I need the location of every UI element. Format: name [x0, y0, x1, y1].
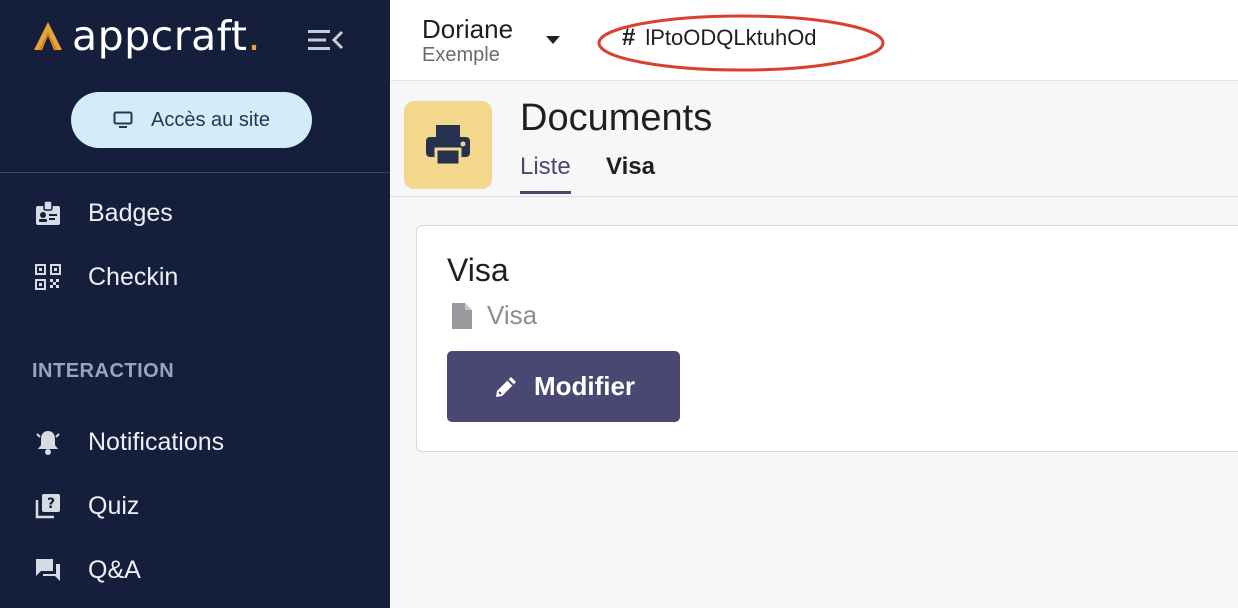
- appcraft-logo[interactable]: appcraft.: [30, 14, 261, 58]
- page-title: Documents: [520, 97, 713, 139]
- user-subtitle: Exemple: [422, 44, 500, 66]
- sidebar-item-label: Badges: [88, 198, 173, 227]
- logo-text: appcraft.: [72, 12, 262, 60]
- sidebar-item-checkin[interactable]: Checkin: [32, 257, 178, 297]
- page-header: Documents Liste Visa: [390, 81, 1238, 197]
- chat-icon: [32, 556, 64, 584]
- chevron-down-icon[interactable]: [546, 36, 560, 44]
- sidebar-item-label: Q&A: [88, 555, 141, 584]
- section-title-interaction: INTERACTION: [32, 360, 175, 382]
- svg-text:?: ?: [47, 496, 55, 512]
- site-access-button[interactable]: Accès au site: [71, 92, 312, 148]
- user-selector[interactable]: Doriane Exemple: [422, 14, 513, 66]
- badge-icon: [32, 199, 64, 227]
- qr-code-icon: [32, 263, 64, 291]
- tab-liste[interactable]: Liste: [520, 153, 571, 194]
- sidebar-item-qa[interactable]: Q&A: [32, 550, 141, 590]
- modify-button-label: Modifier: [533, 371, 636, 401]
- sidebar-item-quiz[interactable]: ? Quiz: [32, 486, 139, 526]
- document-type: Visa: [451, 300, 537, 331]
- app-id: # lPtoODQLktuhOd: [622, 24, 817, 52]
- modify-button[interactable]: Modifier: [447, 351, 680, 422]
- monitor-icon: [113, 111, 133, 129]
- printer-icon: [404, 101, 492, 189]
- hash-icon: #: [622, 24, 636, 51]
- sidebar-item-notifications[interactable]: Notifications: [32, 422, 224, 462]
- file-icon: [451, 302, 473, 330]
- document-type-label: Visa: [487, 300, 538, 330]
- document-card: Visa Visa Modifier: [416, 225, 1238, 452]
- sidebar-item-badges[interactable]: Badges: [32, 193, 173, 233]
- sidebar-item-label: Quiz: [88, 491, 140, 520]
- user-name: Doriane: [422, 14, 514, 44]
- sidebar-item-label: Notifications: [88, 427, 225, 456]
- sidebar: appcraft. Accès au site Badges Checkin I…: [0, 0, 390, 608]
- sidebar-item-label: Checkin: [88, 262, 179, 291]
- quiz-icon: ?: [32, 492, 64, 520]
- collapse-sidebar-button[interactable]: [306, 26, 346, 54]
- sidebar-divider: [0, 172, 390, 173]
- pencil-icon: [492, 373, 520, 401]
- appcraft-logo-icon: [34, 22, 62, 51]
- top-bar: Doriane Exemple # lPtoODQLktuhOd: [390, 0, 1238, 81]
- document-title: Visa: [447, 252, 509, 288]
- bell-icon: [32, 428, 64, 456]
- tab-visa[interactable]: Visa: [606, 153, 655, 191]
- collapse-menu-icon: [308, 30, 344, 50]
- app-id-value: lPtoODQLktuhOd: [645, 25, 817, 50]
- site-access-label: Accès au site: [151, 108, 270, 131]
